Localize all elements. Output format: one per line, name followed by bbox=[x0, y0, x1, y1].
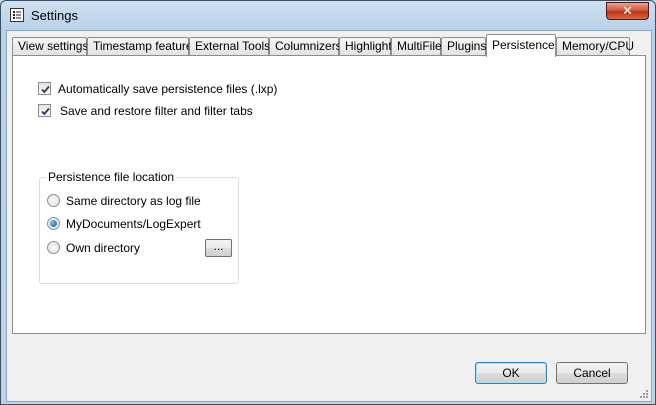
resize-grip-icon[interactable] bbox=[639, 389, 649, 399]
persistence-location-group: Persistence file location Same directory… bbox=[39, 170, 239, 284]
checkmark-icon bbox=[41, 85, 50, 94]
tab-columnizers[interactable]: Columnizers bbox=[269, 37, 342, 55]
tab-persistence[interactable]: Persistence bbox=[486, 34, 556, 57]
settings-window: Settings ✕ View settings Timestamp featu… bbox=[0, 0, 656, 405]
app-icon[interactable] bbox=[10, 8, 24, 22]
checkmark-icon bbox=[41, 107, 50, 116]
tab-external-tools[interactable]: External Tools bbox=[189, 37, 270, 55]
auto-save-label: Automatically save persistence files (.l… bbox=[58, 82, 278, 96]
close-icon: ✕ bbox=[622, 3, 633, 18]
browse-directory-button[interactable]: ... bbox=[205, 239, 232, 257]
tab-memory-cpu[interactable]: Memory/CPU bbox=[556, 37, 634, 55]
tab-view-settings[interactable]: View settings bbox=[12, 37, 88, 55]
close-button[interactable]: ✕ bbox=[606, 2, 649, 20]
tab-plugins[interactable]: Plugins bbox=[441, 37, 486, 55]
dialog-client-area: View settings Timestamp features Externa… bbox=[6, 30, 652, 402]
radio-own-directory[interactable] bbox=[47, 241, 60, 254]
radio-mydocuments[interactable] bbox=[47, 217, 60, 230]
radio-same-directory-label: Same directory as log file bbox=[66, 194, 201, 208]
save-filters-checkbox[interactable] bbox=[38, 104, 51, 117]
cancel-button[interactable]: Cancel bbox=[556, 362, 628, 384]
radio-selected-dot bbox=[50, 220, 57, 227]
save-filters-label: Save and restore filter and filter tabs bbox=[60, 104, 253, 118]
persistence-panel: Automatically save persistence files (.l… bbox=[12, 55, 646, 334]
tab-highlight[interactable]: Highlight bbox=[339, 37, 392, 55]
tab-timestamp-features[interactable]: Timestamp features bbox=[87, 37, 199, 55]
radio-mydocuments-label: MyDocuments/LogExpert bbox=[66, 217, 201, 231]
window-title: Settings bbox=[31, 8, 78, 23]
title-bar[interactable]: Settings ✕ bbox=[1, 1, 655, 31]
persistence-location-title: Persistence file location bbox=[46, 170, 177, 184]
radio-own-directory-label: Own directory bbox=[66, 241, 141, 255]
ok-button[interactable]: OK bbox=[475, 362, 547, 384]
auto-save-checkbox[interactable] bbox=[38, 82, 51, 95]
tab-multifile[interactable]: MultiFile bbox=[391, 37, 442, 55]
radio-same-directory[interactable] bbox=[47, 194, 60, 207]
